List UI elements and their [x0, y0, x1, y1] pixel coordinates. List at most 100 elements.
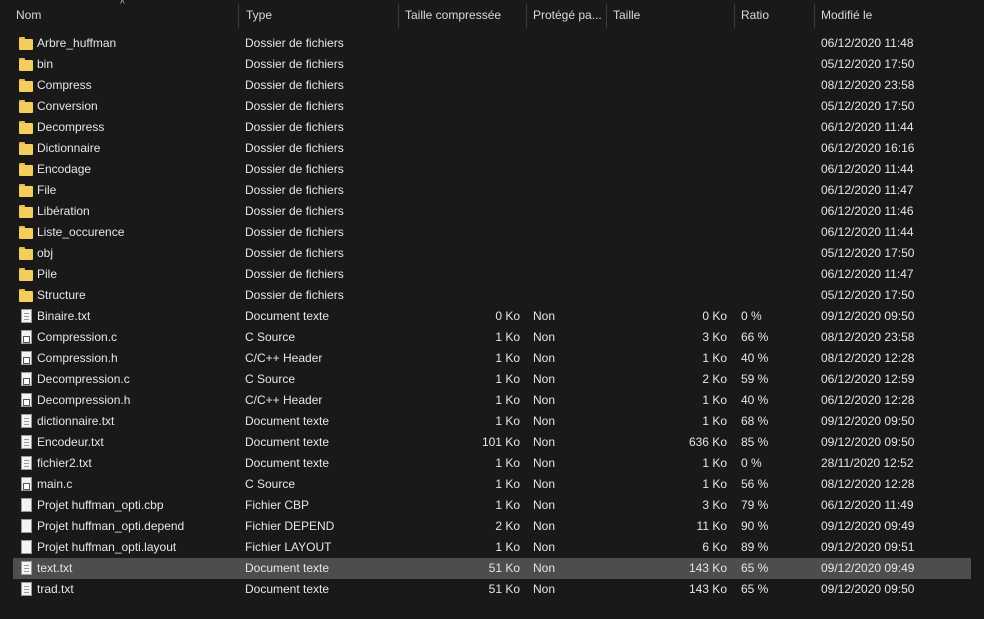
file-modified-date: 08/12/2020 23:58	[821, 330, 915, 344]
file-modified-date: 09/12/2020 09:49	[821, 519, 915, 533]
file-name: Pile	[37, 267, 58, 281]
file-name: bin	[37, 57, 54, 71]
file-row[interactable]: File Dossier de fichiers 06/12/2020 11:47	[0, 180, 974, 201]
file-row[interactable]: bin Dossier de fichiers 05/12/2020 17:50	[0, 54, 974, 75]
scrollbar[interactable]	[974, 0, 984, 619]
column-divider[interactable]	[238, 4, 239, 28]
file-ratio	[741, 201, 811, 222]
file-row[interactable]: dictionnaire.txt Document texte 1 Ko Non 1 K…	[0, 411, 974, 432]
file-protected: Non	[533, 477, 556, 491]
file-name: dictionnaire.txt	[37, 414, 115, 428]
file-protected	[533, 180, 603, 201]
file-size: 636 Ko	[688, 435, 727, 449]
column-header-size[interactable]: Taille	[607, 0, 734, 30]
file-ratio: 66 %	[741, 330, 769, 344]
file-size: 1 Ko	[702, 477, 727, 491]
column-header-modified[interactable]: Modifié le	[815, 0, 974, 30]
file-row[interactable]: Projet huffman_opti.layout Fichier LAYOUT…	[0, 537, 974, 558]
file-row[interactable]: Compression.c C Source 1 Ko Non 3 Ko 66 % 08/1…	[0, 327, 974, 348]
file-row[interactable]: Encodage Dossier de fichiers 06/12/2020 11…	[0, 159, 974, 180]
file-protected: Non	[533, 519, 556, 533]
file-name: Arbre_huffman	[37, 36, 117, 50]
file-ratio: 65 %	[741, 561, 769, 575]
file-row[interactable]: Libération Dossier de fichiers 06/12/2020 …	[0, 201, 974, 222]
file-row[interactable]: Arbre_huffman Dossier de fichiers 06/12/20…	[0, 33, 974, 54]
folder-icon	[19, 247, 33, 260]
file-ratio	[741, 222, 811, 243]
file-compressed-size	[400, 159, 520, 180]
file-compressed-size	[400, 180, 520, 201]
file-size	[610, 96, 727, 117]
file-modified-date: 06/12/2020 11:44	[821, 225, 914, 239]
file-protected: Non	[533, 393, 556, 407]
file-row[interactable]: trad.txt Document texte 51 Ko Non 143 Ko 65 %…	[0, 579, 974, 600]
folder-icon	[19, 79, 33, 92]
file-ratio: 89 %	[741, 540, 769, 554]
file-row[interactable]: Decompress Dossier de fichiers 06/12/2020 …	[0, 117, 974, 138]
file-ratio	[741, 96, 811, 117]
column-header-type[interactable]: Type	[240, 0, 398, 30]
column-header-compressed-size[interactable]: Taille compressée	[399, 0, 526, 30]
file-row[interactable]: Decompression.h C/C++ Header 1 Ko Non 1 Ko 40…	[0, 390, 974, 411]
file-compressed-size	[400, 96, 520, 117]
file-protected	[533, 243, 603, 264]
file-row[interactable]: Compression.h C/C++ Header 1 Ko Non 1 Ko 40 %…	[0, 348, 974, 369]
file-size: 1 Ko	[702, 414, 727, 428]
column-header-name[interactable]: Nom	[10, 0, 238, 30]
column-header-protected[interactable]: Protégé pa...	[527, 0, 606, 30]
column-header-ratio[interactable]: Ratio	[735, 0, 814, 30]
file-protected	[533, 117, 603, 138]
file-type: Dossier de fichiers	[245, 204, 344, 218]
folder-icon	[19, 163, 33, 176]
file-row[interactable]: Compress Dossier de fichiers 08/12/2020 23…	[0, 75, 974, 96]
file-size: 0 Ko	[702, 309, 727, 323]
file-protected: Non	[533, 540, 556, 554]
file-size: 11 Ko	[696, 519, 727, 533]
folder-icon	[19, 58, 33, 71]
file-modified-date: 06/12/2020 11:49	[821, 498, 914, 512]
file-row[interactable]: Decompression.c C Source 1 Ko Non 2 Ko 59 % 06…	[0, 369, 974, 390]
file-row[interactable]: Projet huffman_opti.depend Fichier DEPEND…	[0, 516, 974, 537]
file-row[interactable]: fichier2.txt Document texte 1 Ko Non 1 Ko 0 %…	[0, 453, 974, 474]
file-row[interactable]: Dictionnaire Dossier de fichiers 06/12/202…	[0, 138, 974, 159]
file-type: Dossier de fichiers	[245, 99, 344, 113]
file-row[interactable]: Liste_occurence Dossier de fichiers 06/12/…	[0, 222, 974, 243]
file-name: Compress	[37, 78, 92, 92]
file-name: Projet huffman_opti.depend	[37, 519, 185, 533]
file-protected	[533, 33, 603, 54]
file-size	[610, 54, 727, 75]
file-size	[610, 180, 727, 201]
file-name: Projet huffman_opti.layout	[37, 540, 177, 554]
file-row[interactable]: Conversion Dossier de fichiers 05/12/2020 …	[0, 96, 974, 117]
file-ratio: 79 %	[741, 498, 769, 512]
file-ratio	[741, 243, 811, 264]
file-row[interactable]: Projet huffman_opti.cbp Fichier CBP 1 Ko No…	[0, 495, 974, 516]
file-type: Document texte	[245, 456, 330, 470]
c-source-file-icon	[21, 330, 32, 344]
file-protected: Non	[533, 351, 556, 365]
text-file-icon	[21, 456, 32, 470]
file-compressed-size	[400, 117, 520, 138]
file-modified-date: 08/12/2020 23:58	[821, 78, 915, 92]
file-row[interactable]: Pile Dossier de fichiers 06/12/2020 11:47	[0, 264, 974, 285]
file-row[interactable]: Encodeur.txt Document texte 101 Ko Non 636 K…	[0, 432, 974, 453]
file-protected	[533, 285, 603, 306]
file-type: Dossier de fichiers	[245, 78, 344, 92]
file-row[interactable]: text.txt Document texte 51 Ko Non 143 Ko 65 %…	[0, 558, 974, 579]
file-size	[610, 75, 727, 96]
file-protected	[533, 264, 603, 285]
file-type: Dossier de fichiers	[245, 120, 344, 134]
file-row[interactable]: Structure Dossier de fichiers 05/12/2020 1…	[0, 285, 974, 306]
file-row[interactable]: main.c C Source 1 Ko Non 1 Ko 56 % 08/12/2020 …	[0, 474, 974, 495]
file-compressed-size	[400, 75, 520, 96]
folder-icon	[19, 289, 33, 302]
file-type: Dossier de fichiers	[245, 246, 344, 260]
file-row[interactable]: Binaire.txt Document texte 0 Ko Non 0 Ko 0 % 0…	[0, 306, 974, 327]
file-type: Dossier de fichiers	[245, 288, 344, 302]
blank-file-icon	[21, 498, 32, 512]
file-modified-date: 09/12/2020 09:50	[821, 582, 915, 596]
file-name: Decompress	[37, 120, 105, 134]
file-compressed-size: 1 Ko	[495, 540, 520, 554]
file-row[interactable]: obj Dossier de fichiers 05/12/2020 17:50	[0, 243, 974, 264]
file-protected: Non	[533, 330, 556, 344]
